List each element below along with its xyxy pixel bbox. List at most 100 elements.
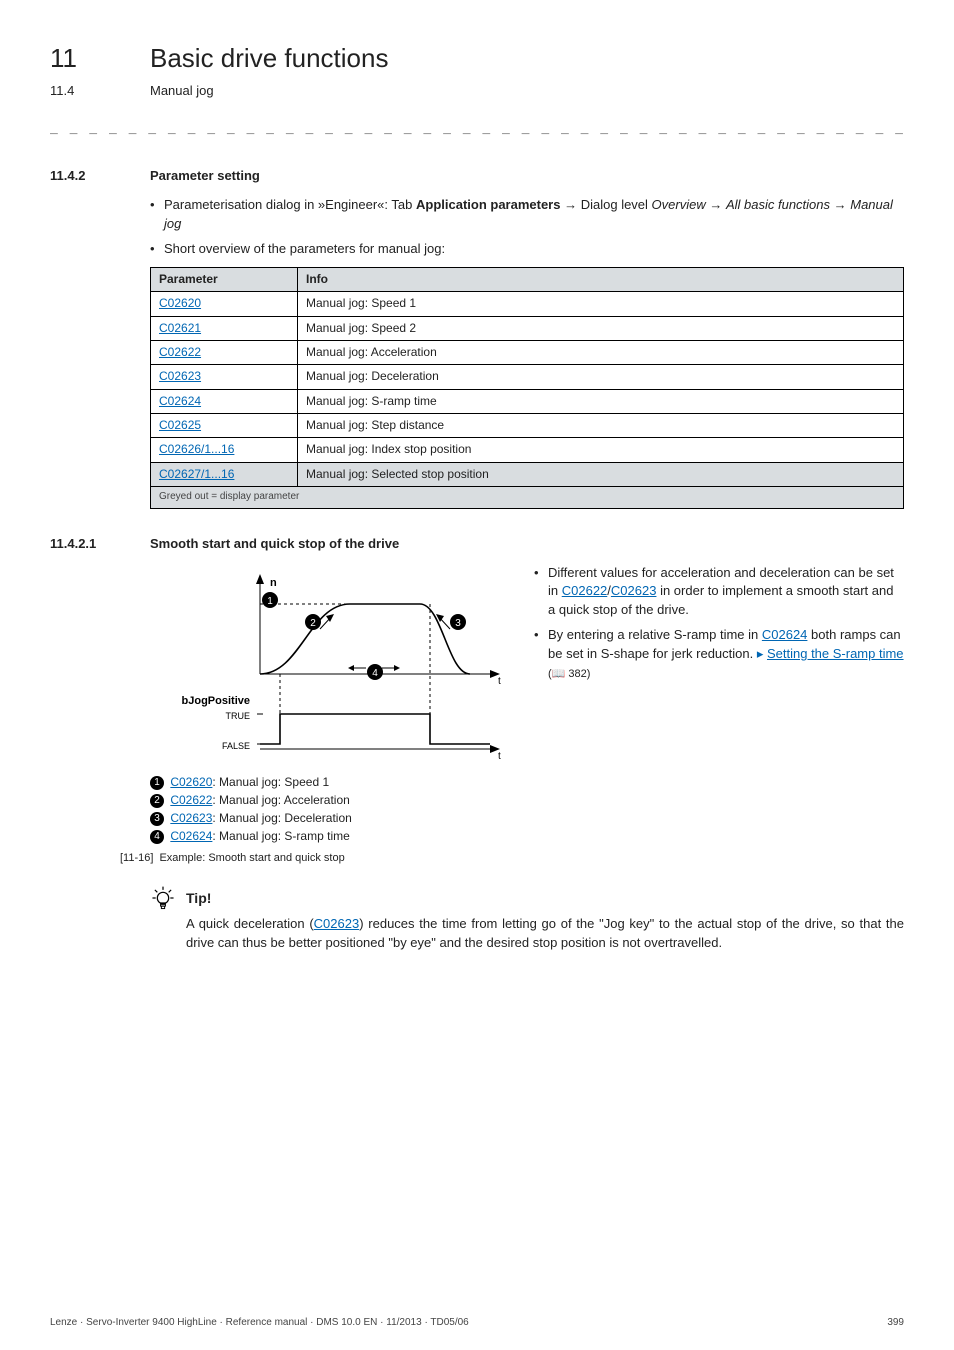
table-header: Parameter: [151, 267, 298, 291]
table-footnote-row: Greyed out = display parameter: [151, 487, 904, 509]
note-item: By entering a relative S-ramp time in C0…: [534, 626, 904, 683]
table-row: C02624 Manual jog: S-ramp time: [151, 389, 904, 413]
text-italic: All basic functions: [726, 197, 834, 212]
table-row: C02620 Manual jog: Speed 1: [151, 292, 904, 316]
figure-caption: [11-16] Example: Smooth start and quick s…: [120, 851, 510, 867]
table-cell: Manual jog: Index stop position: [298, 438, 904, 462]
section-title: Manual jog: [150, 82, 214, 101]
param-link[interactable]: C02626/1...16: [159, 442, 234, 456]
table-footnote: Greyed out = display parameter: [151, 487, 904, 509]
svg-text:4: 4: [372, 668, 378, 679]
param-link[interactable]: C02623: [159, 369, 201, 383]
bullet-list: Parameterisation dialog in »Engineer«: T…: [150, 196, 904, 259]
table-cell: Manual jog: Acceleration: [298, 340, 904, 364]
subsubsection-header: 11.4.2.1 Smooth start and quick stop of …: [50, 535, 904, 554]
param-link[interactable]: C02622: [170, 793, 212, 807]
note-item: Different values for acceleration and de…: [534, 564, 904, 621]
text: Dialog level: [577, 197, 651, 212]
table-cell: Manual jog: Speed 1: [298, 292, 904, 316]
subsection-number: 11.4.2: [50, 167, 120, 186]
text: Parameterisation dialog in »Engineer«: T…: [164, 197, 416, 212]
table-cell: Manual jog: Step distance: [298, 414, 904, 438]
arrow-icon: →: [560, 197, 577, 212]
page-footer: Lenze · Servo-Inverter 9400 HighLine · R…: [50, 1316, 904, 1331]
false-label: FALSE: [222, 741, 250, 751]
diagram-panel: n t 1 2 3 4 bJogPositive: [150, 564, 510, 868]
table-cell: Manual jog: S-ramp time: [298, 389, 904, 413]
legend-marker: 1: [150, 776, 164, 790]
table-header-row: Parameter Info: [151, 267, 904, 291]
lightbulb-icon: [150, 885, 176, 911]
subsection-title: Parameter setting: [150, 167, 260, 186]
chapter-number: 11: [50, 40, 120, 78]
param-link[interactable]: C02624: [170, 829, 212, 843]
caption-text: Example: Smooth start and quick stop: [159, 852, 344, 864]
param-link[interactable]: C02624: [762, 627, 808, 642]
arrow-icon: →: [834, 197, 847, 212]
param-link[interactable]: C02621: [159, 321, 201, 335]
notes-panel: Different values for acceleration and de…: [534, 564, 904, 691]
text: By entering a relative S-ramp time in: [548, 627, 762, 642]
param-link[interactable]: C02623: [314, 916, 360, 931]
subsubsection-title: Smooth start and quick stop of the drive: [150, 535, 399, 554]
param-link[interactable]: C02620: [170, 775, 212, 789]
param-link[interactable]: C02623: [611, 583, 657, 598]
legend-marker: 2: [150, 794, 164, 808]
table-row: C02625 Manual jog: Step distance: [151, 414, 904, 438]
divider-line: _ _ _ _ _ _ _ _ _ _ _ _ _ _ _ _ _ _ _ _ …: [50, 119, 904, 138]
param-link[interactable]: C02624: [159, 394, 201, 408]
tip-header: Tip!: [150, 885, 904, 911]
true-label: TRUE: [226, 711, 251, 721]
parameter-table: Parameter Info C02620 Manual jog: Speed 1…: [150, 267, 904, 509]
cross-ref-link[interactable]: Setting the S-ramp time: [767, 646, 904, 661]
svg-text:3: 3: [455, 618, 461, 629]
param-link[interactable]: C02622: [562, 583, 608, 598]
table-row: C02623 Manual jog: Deceleration: [151, 365, 904, 389]
section-header: 11.4 Manual jog: [50, 82, 904, 101]
legend-text: : Manual jog: Acceleration: [212, 793, 349, 807]
param-link[interactable]: C02620: [159, 296, 201, 310]
diagram-legend: 1 C02620: Manual jog: Speed 1 2 C02622: …: [150, 773, 510, 845]
text: A quick deceleration (: [186, 916, 314, 931]
param-link[interactable]: C02623: [170, 811, 212, 825]
legend-text: : Manual jog: Deceleration: [212, 811, 351, 825]
legend-marker: 4: [150, 830, 164, 844]
play-icon: ▸: [757, 646, 767, 661]
bullet-item: Parameterisation dialog in »Engineer«: T…: [150, 196, 904, 234]
subsubsection-number: 11.4.2.1: [50, 535, 120, 554]
axis-label: t: [498, 751, 501, 762]
chapter-title: Basic drive functions: [150, 40, 388, 78]
footer-left: Lenze · Servo-Inverter 9400 HighLine · R…: [50, 1316, 469, 1331]
table-cell: Manual jog: Speed 2: [298, 316, 904, 340]
page-number: 399: [887, 1316, 904, 1331]
param-link[interactable]: C02622: [159, 345, 201, 359]
table-cell: Manual jog: Selected stop position: [298, 462, 904, 486]
axis-label: n: [270, 577, 277, 589]
chapter-header: 11 Basic drive functions: [50, 40, 904, 78]
timing-diagram: n t 1 2 3 4 bJogPositive: [150, 564, 510, 764]
legend-text: : Manual jog: S-ramp time: [212, 829, 349, 843]
tip-body: A quick deceleration (C02623) reduces th…: [186, 915, 904, 953]
caption-number: [11-16]: [120, 852, 153, 864]
bullet-item: Short overview of the parameters for man…: [150, 240, 904, 259]
subsection-header: 11.4.2 Parameter setting: [50, 167, 904, 186]
param-link[interactable]: C02627/1...16: [159, 467, 234, 481]
param-link[interactable]: C02625: [159, 418, 201, 432]
axis-label: t: [498, 676, 501, 687]
legend-marker: 3: [150, 812, 164, 826]
table-row: C02622 Manual jog: Acceleration: [151, 340, 904, 364]
page-ref: (📖 382): [548, 668, 590, 680]
section-number: 11.4: [50, 82, 120, 101]
text-bold: Application parameters: [416, 197, 561, 212]
arrow-icon: →: [709, 197, 726, 212]
table-row: C02627/1...16 Manual jog: Selected stop p…: [151, 462, 904, 486]
svg-text:2: 2: [310, 618, 316, 629]
table-row: C02626/1...16 Manual jog: Index stop posi…: [151, 438, 904, 462]
tip-label: Tip!: [186, 888, 211, 908]
table-row: C02621 Manual jog: Speed 2: [151, 316, 904, 340]
text-italic: Overview: [652, 197, 710, 212]
legend-text: : Manual jog: Speed 1: [212, 775, 329, 789]
table-header: Info: [298, 267, 904, 291]
signal-label: bJogPositive: [182, 695, 250, 707]
table-cell: Manual jog: Deceleration: [298, 365, 904, 389]
